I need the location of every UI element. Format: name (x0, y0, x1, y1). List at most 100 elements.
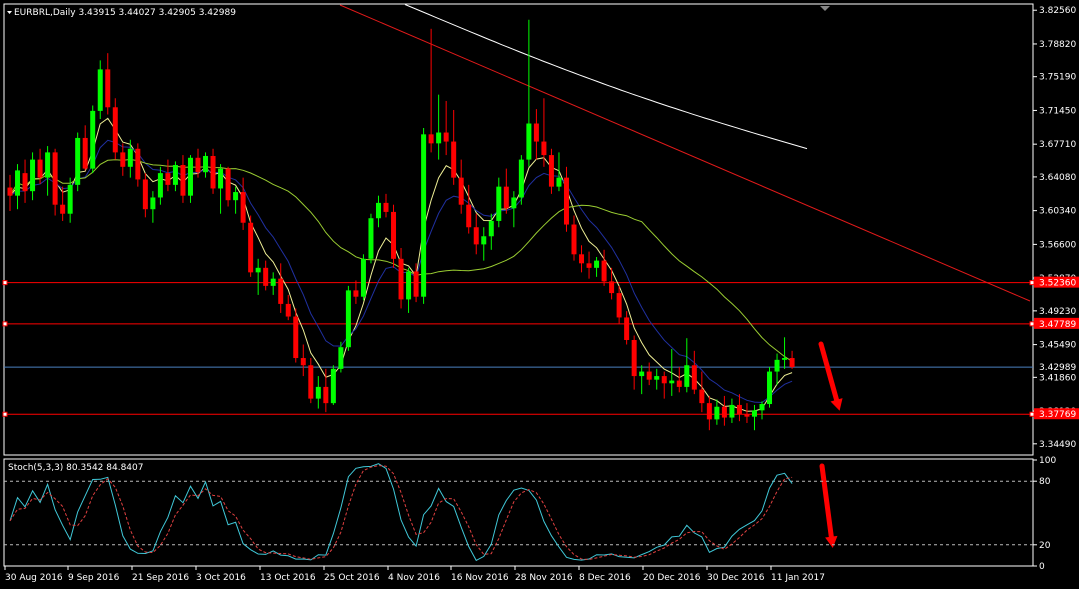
stoch-signal-line (9, 465, 793, 561)
candle-body (112, 107, 118, 153)
candle-body (7, 187, 13, 196)
candle-body (82, 137, 88, 169)
candle-body (774, 359, 780, 372)
level-price-label: 3.42989 (1039, 363, 1076, 373)
candle-body (90, 110, 96, 169)
chart-window: 3.82560 3.78820 3.75190 3.71450 3.67710 3.640… (0, 0, 1079, 589)
price-tick-label: 3.34490 (1039, 440, 1076, 450)
level-anchor (2, 411, 8, 417)
candle-body (157, 173, 163, 198)
date-tick-label: 11 Jan 2017 (771, 573, 825, 583)
candle-body (225, 168, 231, 201)
price-tick-label: 3.78820 (1039, 40, 1076, 50)
down-arrow-icon (818, 341, 841, 408)
candle-body (45, 152, 51, 178)
candle-body (443, 132, 449, 142)
stoch-tick-label: 100 (1039, 456, 1056, 466)
stoch-down-arrow-icon-head (825, 535, 838, 548)
candle-body (556, 177, 562, 187)
candle-body (744, 413, 750, 417)
candle-body (210, 155, 216, 189)
candle-body (150, 197, 156, 210)
candle-body (503, 186, 509, 209)
candle-body (533, 123, 539, 142)
candle-body (654, 376, 660, 380)
candle-body (195, 157, 201, 173)
price-tick-label: 3.41860 (1039, 373, 1076, 383)
level-price-label: 3.47789 (1039, 320, 1076, 330)
candle-body (481, 236, 487, 245)
candle-body (586, 263, 592, 268)
candle-body (285, 303, 291, 317)
candle-body (165, 173, 171, 185)
candle-body (127, 148, 133, 167)
candle-body (789, 358, 795, 368)
stoch-tick-label: 0 (1039, 562, 1045, 572)
candle-body (248, 222, 254, 273)
candle-body (594, 260, 600, 268)
stoch-down-arrow-icon (819, 463, 835, 545)
price-tick-label: 3.71450 (1039, 106, 1076, 116)
candle-body (676, 380, 682, 387)
price-tick-label: 3.82560 (1039, 6, 1076, 16)
candle-body (496, 186, 502, 221)
stoch-tick-label: 20 (1039, 541, 1051, 551)
candle-body (315, 386, 321, 399)
candle-body (240, 192, 246, 223)
price-tick-label: 3.49230 (1039, 307, 1076, 317)
candle-body (684, 365, 690, 387)
moving-average-line (404, 4, 808, 150)
candle-body (233, 192, 239, 201)
candle-body (421, 134, 427, 297)
candle-body (413, 271, 419, 297)
candle-body (67, 184, 73, 214)
candle-body (511, 197, 517, 209)
date-tick-label: 4 Nov 2016 (388, 573, 440, 583)
level-price-label: 3.52360 (1039, 279, 1076, 289)
candle-body (360, 258, 366, 297)
top-marker (820, 6, 830, 11)
candle-body (609, 281, 615, 294)
candle-body (571, 224, 577, 255)
price-chart: 3.82560 3.78820 3.75190 3.71450 3.67710 3.640… (2, 3, 1079, 583)
candle-body (52, 152, 58, 205)
date-tick-label: 21 Sep 2016 (132, 573, 189, 583)
candle-body (97, 69, 103, 111)
candle-body (428, 134, 434, 144)
date-tick-label: 13 Oct 2016 (260, 573, 316, 583)
candle-body (691, 365, 697, 390)
candle-body (142, 179, 148, 210)
candle-body (601, 260, 607, 282)
candle-body (488, 220, 494, 237)
price-tick-label: 3.75190 (1039, 73, 1076, 83)
candle-body (105, 69, 111, 108)
candle-body (639, 371, 645, 377)
candle-body (646, 371, 652, 380)
candle-body (37, 159, 43, 178)
date-tick-label: 25 Oct 2016 (324, 573, 380, 583)
date-tick-label: 3 Oct 2016 (196, 573, 246, 583)
price-tick-label: 3.64080 (1039, 173, 1076, 183)
candle-body (75, 137, 81, 185)
candle-body (278, 278, 284, 304)
candle-body (338, 347, 344, 369)
candle-body (218, 168, 224, 189)
candle-body (661, 376, 667, 384)
candle-body (22, 173, 28, 192)
price-tick-label: 3.45490 (1039, 341, 1076, 351)
candle-body (368, 218, 374, 259)
candle-body (548, 155, 554, 187)
candle-body (187, 157, 193, 196)
date-tick-label: 8 Dec 2016 (579, 573, 631, 583)
candle-body (721, 406, 727, 418)
trend-line (339, 4, 1031, 302)
candle-body (706, 403, 712, 420)
candle-body (669, 380, 675, 384)
level-anchor (2, 280, 8, 286)
price-tick-label: 3.56600 (1039, 240, 1076, 250)
candle-body (631, 339, 637, 377)
level-anchor (1029, 280, 1035, 286)
stoch-header: Stoch(5,3,3) 80.3542 84.8407 (8, 463, 143, 473)
candle-body (518, 159, 524, 198)
candle-body (60, 204, 66, 214)
